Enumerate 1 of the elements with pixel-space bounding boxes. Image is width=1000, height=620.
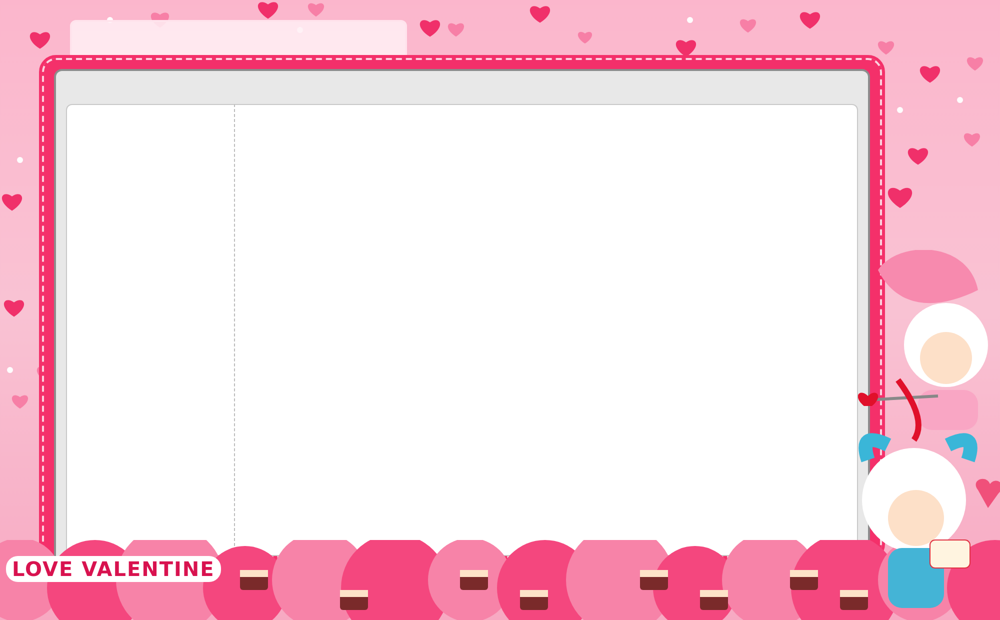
- banner-title: LOVE VALENTINE: [6, 556, 221, 582]
